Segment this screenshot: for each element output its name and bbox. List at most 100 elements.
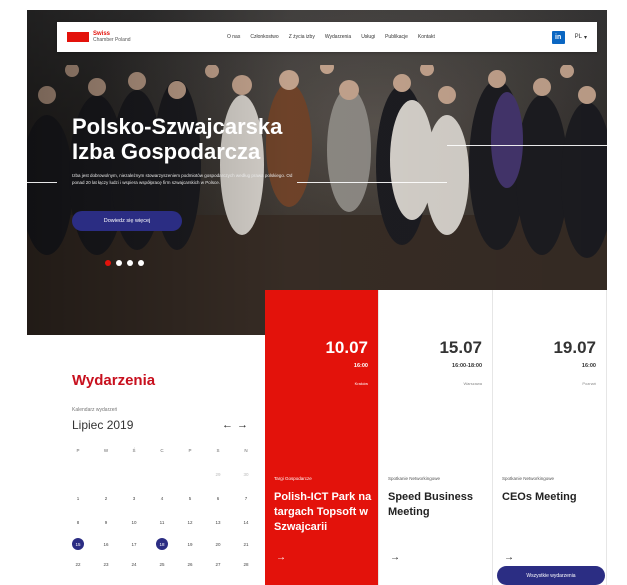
calendar-day[interactable]: 17 [128,538,140,550]
calendar-weekday: N [244,448,248,453]
event-title[interactable]: CEOs Meeting [502,490,600,505]
event-category: Targi Gospodarcze [274,476,312,481]
slider-dot-3[interactable] [127,260,133,266]
menu-item-membership[interactable]: Członkostwo [250,34,278,40]
calendar-weekday: W [103,448,109,453]
calendar-day[interactable]: 11 [156,516,168,528]
linkedin-icon[interactable]: in [551,30,565,44]
arrow-right-icon[interactable]: → [390,552,400,563]
slider-dot-1[interactable] [105,260,111,266]
calendar-day[interactable]: 4 [240,580,252,585]
event-category: Spotkanie Networkingowe [388,476,441,481]
hero-decor-line-left [27,182,57,183]
calendar-day[interactable]: 1 [156,580,168,585]
calendar-day[interactable]: 24 [128,558,140,570]
calendar-day[interactable]: 8 [72,516,84,528]
arrow-left-icon[interactable]: ← [222,419,233,431]
calendar-day[interactable]: 30 [240,468,252,480]
calendar-day[interactable]: 18 [156,538,168,550]
calendar-day[interactable]: 2 [184,580,196,585]
calendar-day[interactable]: 23 [100,558,112,570]
calendar-day[interactable]: 10 [128,516,140,528]
logo-text: Swiss Chamber Poland [93,31,131,43]
top-navbar: Swiss Chamber Poland O nas Członkostwo Z… [57,22,597,52]
calendar-day[interactable]: 28 [240,558,252,570]
hero-title: Polsko-Szwajcarska Izba Gospodarcza [72,114,292,164]
calendar-day[interactable]: 7 [240,492,252,504]
event-time: 16:00 [353,363,368,369]
events-section-title: Wydarzenia [72,372,156,389]
event-category: Spotkanie Networkingowe [502,476,555,481]
event-place: Poznań [582,381,596,386]
calendar-day[interactable]: 16 [100,538,112,550]
calendar-day[interactable]: 9 [100,516,112,528]
menu-item-services[interactable]: Usługi [361,34,375,40]
calendar-day[interactable]: 5 [184,492,196,504]
calendar-day[interactable]: 27 [212,558,224,570]
slider-dot-2[interactable] [116,260,122,266]
calendar-day[interactable]: 29 [72,580,84,585]
calendar-day[interactable]: 3 [128,492,140,504]
calendar-day[interactable]: 6 [212,492,224,504]
event-date: 19.07 [553,338,596,357]
menu-item-events[interactable]: Wydarzenia [325,34,351,40]
event-place: Kraków [354,381,368,386]
calendar-day[interactable]: 20 [212,538,224,550]
calendar-day[interactable]: 13 [212,516,224,528]
learn-more-button[interactable]: Dowiedz się więcej [72,211,182,231]
calendar-day[interactable]: 4 [156,492,168,504]
calendar-day[interactable]: 14 [240,516,252,528]
arrow-right-icon[interactable]: → [504,552,514,563]
event-place: Warszawa [463,381,482,386]
calendar-day[interactable]: 22 [72,558,84,570]
logo-mark-icon [67,32,89,42]
calendar-day[interactable]: 29 [212,468,224,480]
calendar-day[interactable]: 30 [100,580,112,585]
calendar-day[interactable]: 19 [184,538,196,550]
event-card-2[interactable]: 15.07 16:00-18:00 Warszawa Spotkanie Net… [379,290,493,585]
event-card-1[interactable]: 10.07 16:00 Kraków Targi Gospodarcze Pol… [265,290,379,585]
site-logo[interactable]: Swiss Chamber Poland [67,31,187,43]
calendar-day[interactable]: 12 [184,516,196,528]
logo-line2: Chamber Poland [93,37,131,43]
calendar-month: Lipiec 2019 [72,418,134,432]
calendar-weekday: C [160,448,164,453]
event-card-3[interactable]: 19.07 16:00 Poznań Spotkanie Networkingo… [493,290,607,585]
hero-description: Izba jest dobrowolnym, niezależnym stowa… [72,173,293,185]
language-selector[interactable]: PL ▾ [575,34,587,41]
event-title[interactable]: Speed Business Meeting [388,490,486,520]
calendar-day[interactable]: 26 [184,558,196,570]
language-label: PL [574,34,582,40]
event-date: 10.07 [325,338,368,357]
page: Swiss Chamber Poland O nas Członkostwo Z… [27,10,607,585]
menu-item-chamber-life[interactable]: Z życia izby [289,34,315,40]
calendar-weekday: P [188,448,192,453]
calendar-weekday: Ś [132,448,136,453]
hero-decor-line-mid [297,182,447,183]
calendar-weekday: P [76,448,80,453]
event-time: 16:00 [581,363,596,369]
calendar-day[interactable]: 31 [128,580,140,585]
menu-item-about[interactable]: O nas [227,34,240,40]
arrow-right-icon[interactable]: → [237,419,248,431]
calendar-day[interactable]: 25 [156,558,168,570]
menu-item-contact[interactable]: Kontakt [418,34,435,40]
chevron-down-icon: ▾ [583,34,587,41]
calendar-day[interactable]: 21 [240,538,252,550]
calendar-day[interactable]: 2 [100,492,112,504]
menu-item-publications[interactable]: Publikacje [385,34,408,40]
calendar-day[interactable]: 15 [72,538,84,550]
slider-dot-4[interactable] [138,260,144,266]
hero-title-line2: Izba Gospodarcza [72,139,261,164]
calendar-day[interactable]: 3 [212,580,224,585]
hero-decor-line-right [447,145,607,146]
main-menu: O nas Członkostwo Z życia izby Wydarzeni… [227,34,552,40]
event-title[interactable]: Polish-ICT Park na targach Topsoft w Szw… [274,490,372,535]
calendar-label: Kalendarz wydarzeń [72,407,118,413]
slider-dots [105,260,144,266]
all-events-button[interactable]: Wszystkie wydarzenia [497,566,605,585]
calendar-day[interactable]: 1 [72,492,84,504]
arrow-right-icon[interactable]: → [276,552,286,563]
calendar-weekday: S [216,448,220,453]
hero-title-line1: Polsko-Szwajcarska [72,114,283,139]
